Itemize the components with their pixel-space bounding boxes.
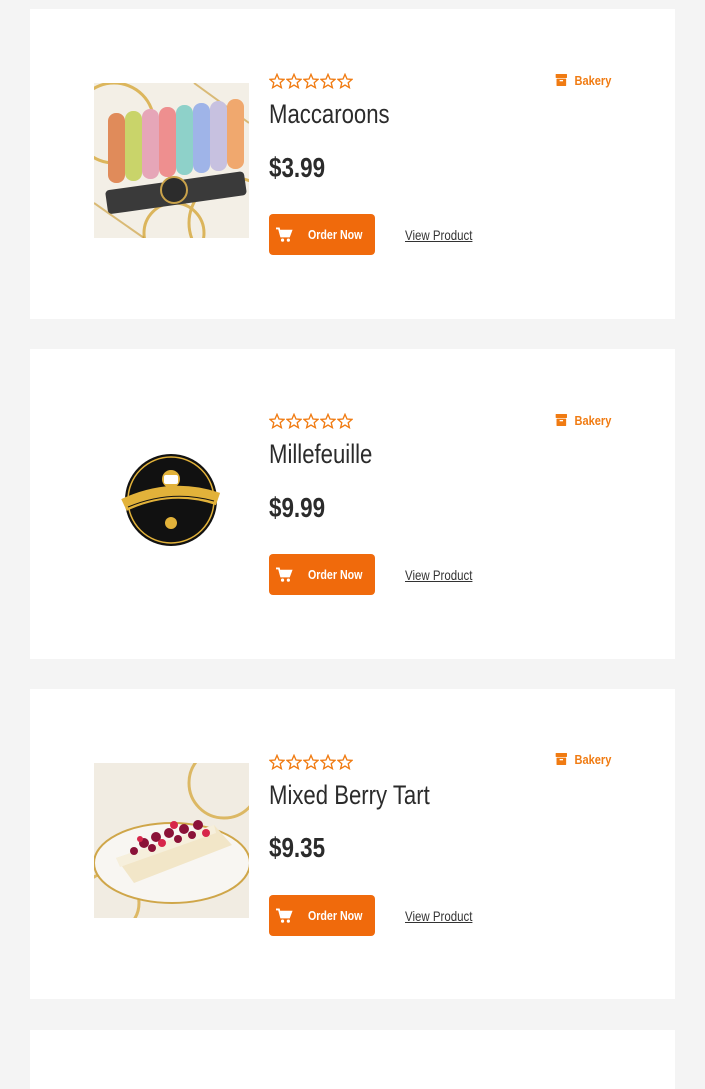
product-title[interactable]: Mixed Berry Tart [269,780,430,811]
star-outline-icon [303,73,319,89]
star-outline-icon [337,73,353,89]
star-outline-icon [269,754,285,770]
product-price: $9.99 [269,492,326,523]
product-info: Bakery Maccaroons $3.99 Order Now View P… [269,73,629,273]
box-icon [555,414,567,426]
category-label: Bakery [574,412,611,428]
category-label: Bakery [574,72,611,88]
product-card: Bakery Millefeuille $9.99 Order Now View… [30,349,675,659]
cart-icon [276,227,293,242]
product-card [30,1030,675,1089]
category-link[interactable]: Bakery [554,72,611,88]
star-outline-icon [337,413,353,429]
star-outline-icon [286,413,302,429]
product-card: Bakery Mixed Berry Tart $9.35 Order Now … [30,689,675,999]
product-card: Bakery Maccaroons $3.99 Order Now View P… [30,9,675,319]
product-image-cafe-logo[interactable] [94,423,249,578]
category-label: Bakery [574,751,611,767]
order-now-label: Order Now [308,227,363,242]
rating-stars [269,73,353,91]
star-outline-icon [303,413,319,429]
view-product-link[interactable]: View Product [405,908,472,924]
product-price: $9.35 [269,832,326,863]
order-now-button[interactable]: Order Now [269,895,375,936]
star-outline-icon [320,754,336,770]
view-product-link[interactable]: View Product [405,227,472,243]
order-now-label: Order Now [308,567,363,582]
star-outline-icon [286,754,302,770]
star-outline-icon [320,73,336,89]
rating-stars [269,413,353,431]
order-now-button[interactable]: Order Now [269,214,375,255]
view-product-link[interactable]: View Product [405,567,472,583]
product-info: Bakery Millefeuille $9.99 Order Now View… [269,413,629,613]
product-price: $3.99 [269,152,326,183]
box-icon [555,753,567,765]
product-title[interactable]: Millefeuille [269,439,372,470]
order-now-button[interactable]: Order Now [269,554,375,595]
star-outline-icon [303,754,319,770]
star-outline-icon [286,73,302,89]
star-outline-icon [269,413,285,429]
star-outline-icon [337,754,353,770]
star-outline-icon [269,73,285,89]
product-image-macarons[interactable] [94,83,249,238]
box-icon [555,74,567,86]
category-link[interactable]: Bakery [554,751,611,767]
category-link[interactable]: Bakery [554,412,611,428]
product-image-berry-tart[interactable] [94,763,249,918]
cart-icon [276,567,293,582]
product-title[interactable]: Maccaroons [269,99,390,130]
product-info: Bakery Mixed Berry Tart $9.35 Order Now … [269,751,629,954]
star-outline-icon [320,413,336,429]
order-now-label: Order Now [308,908,363,923]
rating-stars [269,754,353,772]
cart-icon [276,908,293,923]
